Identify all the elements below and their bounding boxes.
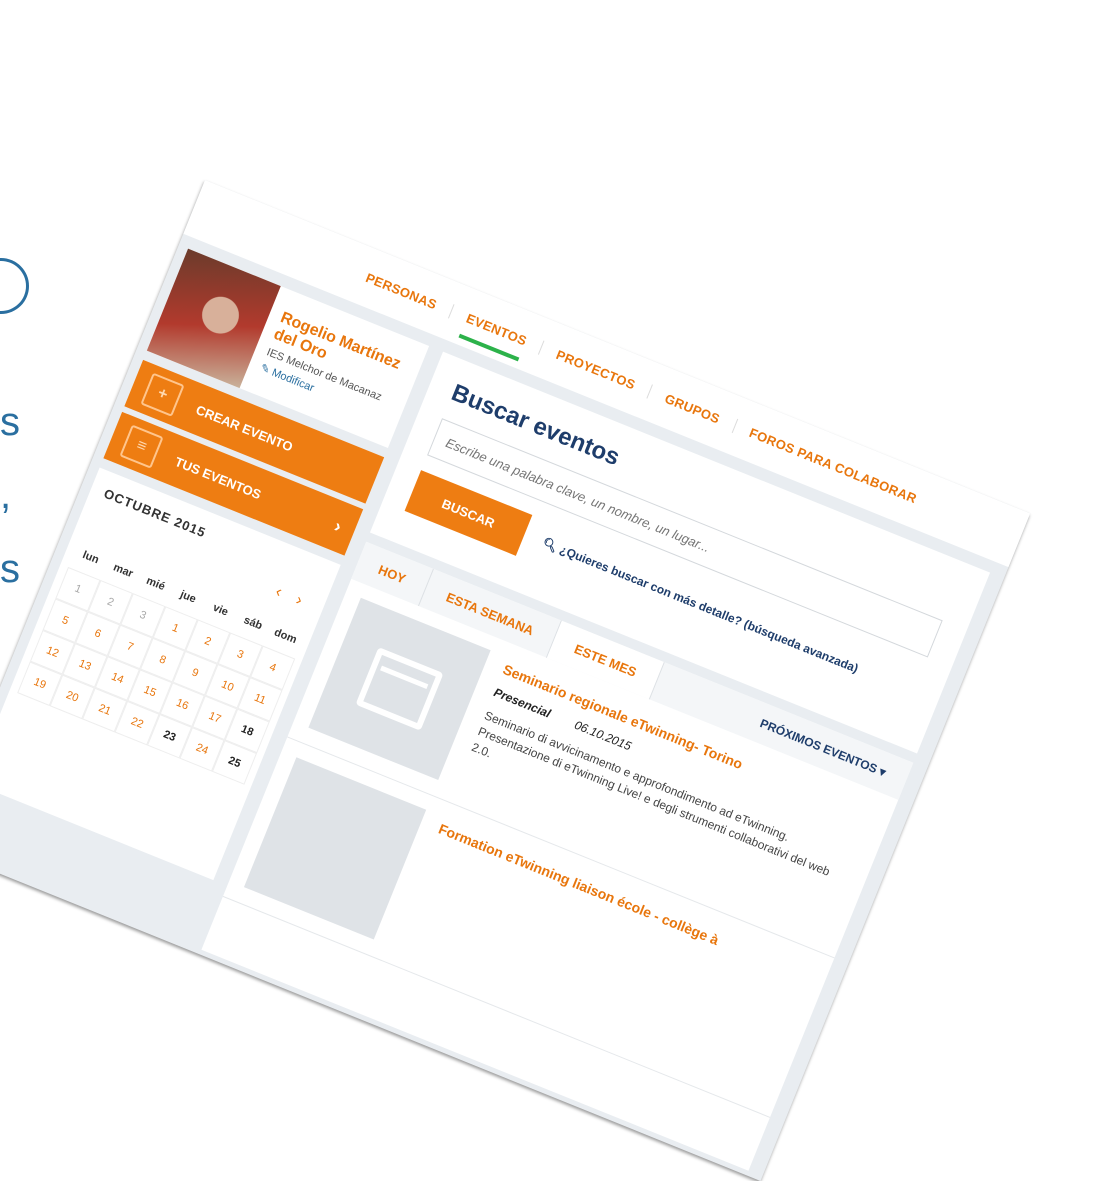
chevron-right-icon: › [331, 515, 345, 536]
calendar-grid: lun mar mié jue vie sáb dom 1 2 3 1 2 3 … [17, 535, 308, 785]
calendar-icon [355, 647, 444, 731]
logo-icon: ↗ [307, 180, 344, 204]
slide-fragment-4: s [0, 547, 20, 591]
calendar-prev-icon[interactable]: ‹ [273, 583, 284, 602]
nav-item-personas[interactable]: PERSONAS [348, 263, 456, 319]
nav-item-grupos[interactable]: GRUPOS [647, 384, 739, 433]
slide-fragment-1 [0, 258, 29, 314]
event-thumbnail[interactable] [308, 597, 491, 781]
slide-fragment-2: s [0, 400, 20, 444]
calendar-list-icon: ≡ [119, 424, 164, 469]
your-events-label: TUS EVENTOS [172, 453, 264, 502]
slide-fragment-3: , [0, 473, 12, 517]
nav-item-eventos[interactable]: EVENTOS [449, 304, 545, 355]
calendar-next-icon[interactable]: › [293, 591, 304, 610]
etwinning-screenshot: ↗ eTwinning Live PERSONAS EVENTOS PROYEC… [0, 180, 1031, 1181]
event-thumbnail[interactable] [243, 757, 427, 940]
calendar-add-icon: + [140, 372, 185, 417]
nav-item-proyectos[interactable]: PROYECTOS [539, 340, 654, 399]
